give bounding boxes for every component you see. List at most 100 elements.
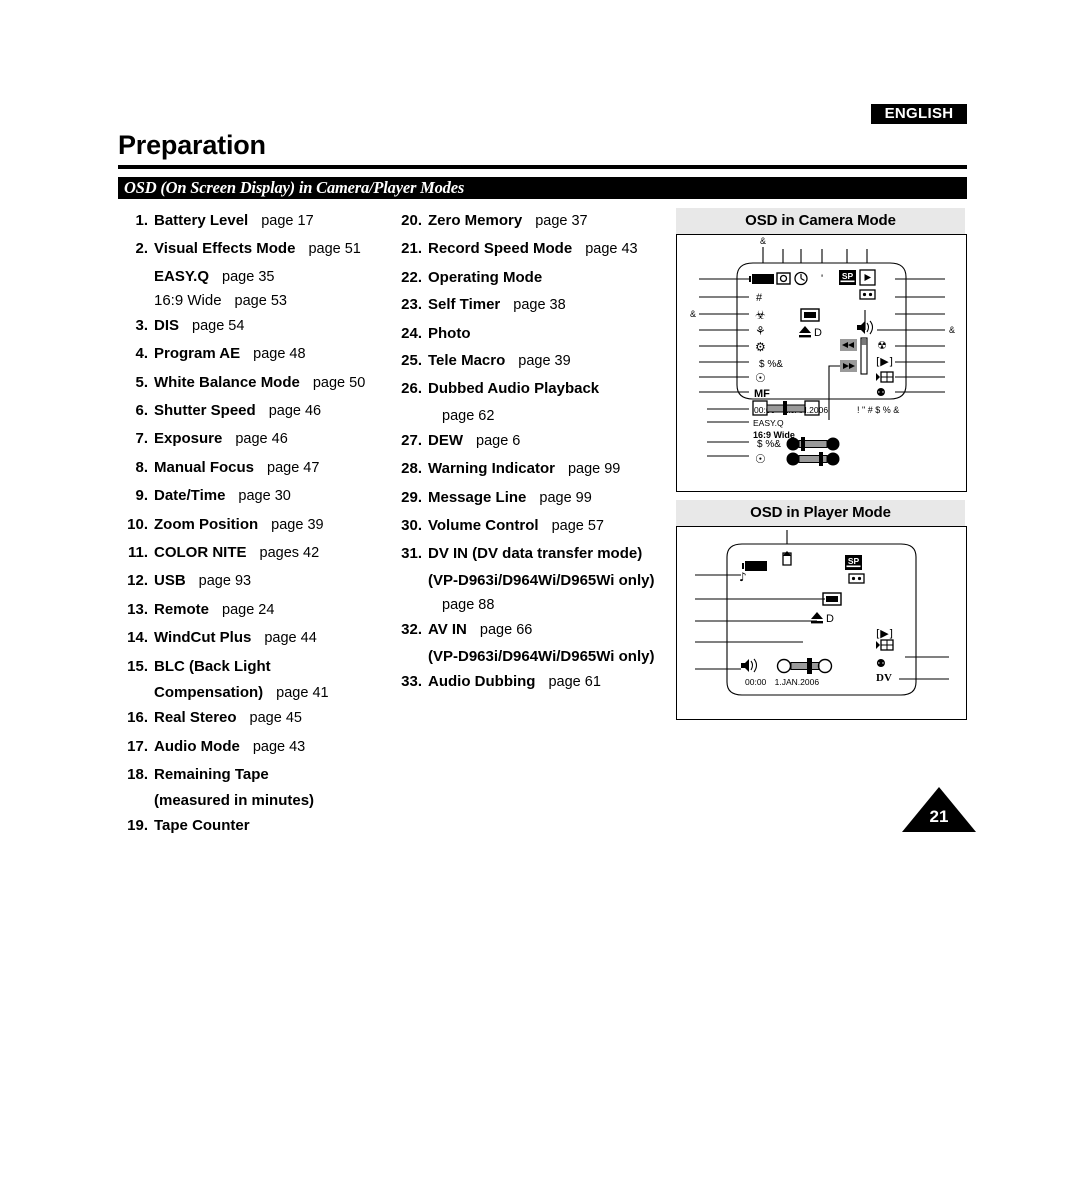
shutter-slider-icon xyxy=(786,437,840,451)
list-item-sub: EASY.Q page 35 xyxy=(154,265,390,289)
list-item-page-ref: page 37 xyxy=(535,213,588,229)
list-item-number: 24. xyxy=(401,324,422,342)
list-item-label: DIS xyxy=(154,316,180,334)
program-ae-icon: ⚘ xyxy=(755,324,766,338)
list-item-sub-label: Compensation) xyxy=(154,684,264,702)
record-mode-icon: SP xyxy=(839,270,856,285)
list-item-number: 29. xyxy=(401,488,422,506)
list-item-page-ref: page 6 xyxy=(476,432,521,449)
zoom-position-icon: # xyxy=(756,292,763,304)
warning-indicator-icons: ! " # $ % & xyxy=(857,405,899,415)
list-item-number: 2. xyxy=(135,240,148,258)
list-item-number: 12. xyxy=(127,572,148,590)
section-title: OSD (On Screen Display) in Camera/Player… xyxy=(124,178,465,197)
list-item: 25. Tele Macro page 39 xyxy=(392,348,670,374)
operating-mode-icon: ' xyxy=(821,273,823,285)
list-item-page-ref: page 38 xyxy=(513,297,566,314)
list-item-number: 3. xyxy=(135,316,148,334)
svg-text:☘: ☘ xyxy=(757,273,769,288)
list-item-page-ref: page 24 xyxy=(222,601,275,618)
list-item-label: Photo xyxy=(428,324,471,342)
list-item-label: WindCut Plus xyxy=(154,629,252,647)
list-item-number: 16. xyxy=(127,709,148,727)
list-item: 19. Tape Counter xyxy=(118,813,390,838)
list-item-label: White Balance Mode xyxy=(154,373,300,391)
exposure-slider-icon xyxy=(786,452,840,466)
list-item-label: DEW xyxy=(428,431,463,449)
list-item: 2. Visual Effects Mode page 51 xyxy=(118,236,390,262)
list-item-sub: (VP-D963i/D964Wi/D965Wi only) xyxy=(428,569,670,593)
list-item-page-ref: page 93 xyxy=(198,573,252,590)
list-item-number: 25. xyxy=(401,352,422,370)
manual-focus-icon: MF xyxy=(754,388,770,400)
tele-macro-icon: ☘ xyxy=(757,273,769,288)
list-item-page-ref: page 43 xyxy=(585,241,638,258)
message-icon xyxy=(876,639,894,651)
list-item-label: BLC (Back Light xyxy=(154,657,271,675)
list-item-number: 10. xyxy=(127,515,148,533)
camera-osd-svg: & & & ☘ ' SP # ☣ ⚘ ⚙ $ %& ☉ MF 00:00 1.J… xyxy=(690,236,955,466)
osd-player-mode-header: OSD in Player Mode xyxy=(676,500,965,526)
list-item-sub-label: (measured in minutes) xyxy=(154,792,315,810)
list-item: 5. White Balance Mode page 50 xyxy=(118,370,390,396)
svg-text:D: D xyxy=(814,327,822,339)
list-item-page-ref: page 46 xyxy=(235,431,288,448)
list-item-label: Dubbed Audio Playback xyxy=(428,380,600,398)
osd-camera-mode-diagram: & & & ☘ ' SP # ☣ ⚘ ⚙ $ %& ☉ MF 00:00 1.J… xyxy=(676,234,967,492)
dv-badge: DV xyxy=(876,672,892,684)
list-item-page-ref: page 44 xyxy=(264,630,317,647)
language-badge: ENGLISH xyxy=(871,104,967,124)
remote-icon: [▶] xyxy=(876,355,893,368)
list-item: 28. Warning Indicator page 99 xyxy=(392,456,670,482)
list-item: 9. Date/Time page 30 xyxy=(118,483,390,509)
list-item-sub: (VP-D963i/D964Wi/D965Wi only) xyxy=(428,645,670,669)
list-item: 15. BLC (Back Light xyxy=(118,654,390,679)
list-item-sub-page-ref: page 53 xyxy=(234,292,287,309)
list-item-number: 4. xyxy=(135,345,148,363)
list-item-page-ref: page 99 xyxy=(567,461,621,478)
list-item-page-ref: page 57 xyxy=(551,518,604,535)
title-divider xyxy=(118,165,967,169)
list-item-number: 15. xyxy=(127,657,148,675)
play-icon xyxy=(859,269,876,286)
leader-amp-right: & xyxy=(949,325,955,335)
list-item-number: 32. xyxy=(401,620,422,638)
list-item: 24. Photo xyxy=(392,321,670,346)
audio-dubbing-icon: ♪ xyxy=(739,570,747,584)
list-item-label: Battery Level xyxy=(154,212,249,229)
list-item: 21. Record Speed Mode page 43 xyxy=(392,236,670,262)
list-item-number: 27. xyxy=(401,431,422,449)
list-item-number: 26. xyxy=(401,380,422,398)
list-item-page-ref: page 17 xyxy=(261,213,314,229)
white-balance-icon: ⚙ xyxy=(755,340,766,354)
list-item: 11. COLOR NITE pages 42 xyxy=(118,540,390,566)
list-item-number: 1. xyxy=(135,212,148,229)
tape-icon xyxy=(848,573,865,584)
dv-in-icon: D xyxy=(811,612,834,625)
fast-forward-icon xyxy=(840,360,857,372)
tape-counter-text: 00:00 1.JAN.2006 xyxy=(745,677,819,687)
list-item-page-ref: page 39 xyxy=(518,353,571,370)
list-item-sub-page-ref: page 35 xyxy=(222,268,275,285)
list-item-number: 22. xyxy=(401,268,422,286)
shutter-speed-icon: $ %& xyxy=(759,359,783,370)
page-number: 21 xyxy=(929,807,949,826)
list-item-number: 14. xyxy=(127,629,148,647)
list-item: 32. AV IN page 66 xyxy=(392,617,670,643)
svg-text:SP: SP xyxy=(842,271,854,281)
list-item-sub: Compensation) page 41 xyxy=(154,681,390,705)
list-item-sub-label: (VP-D963i/D964Wi/D965Wi only) xyxy=(428,648,655,666)
list-item-page-ref: page 47 xyxy=(267,459,320,476)
list-item: 8. Manual Focus page 47 xyxy=(118,455,390,481)
list-item: 18. Remaining Tape xyxy=(118,762,390,787)
list-item: 16. Real Stereo page 45 xyxy=(118,705,390,731)
list-item: 31. DV IN (DV data transfer mode) xyxy=(392,541,670,566)
list-item-label: Tape Counter xyxy=(154,817,250,835)
list-item-number: 21. xyxy=(401,240,422,258)
list-item-page-ref: page 30 xyxy=(238,488,291,505)
leader-amp-top: & xyxy=(760,236,766,246)
list-item-sub-label: 16:9 Wide xyxy=(154,291,222,309)
list-item-label: DV IN (DV data transfer mode) xyxy=(428,545,643,563)
list-item-sub-page-ref: page 62 xyxy=(442,407,495,424)
list-item-label: COLOR NITE xyxy=(154,544,247,562)
